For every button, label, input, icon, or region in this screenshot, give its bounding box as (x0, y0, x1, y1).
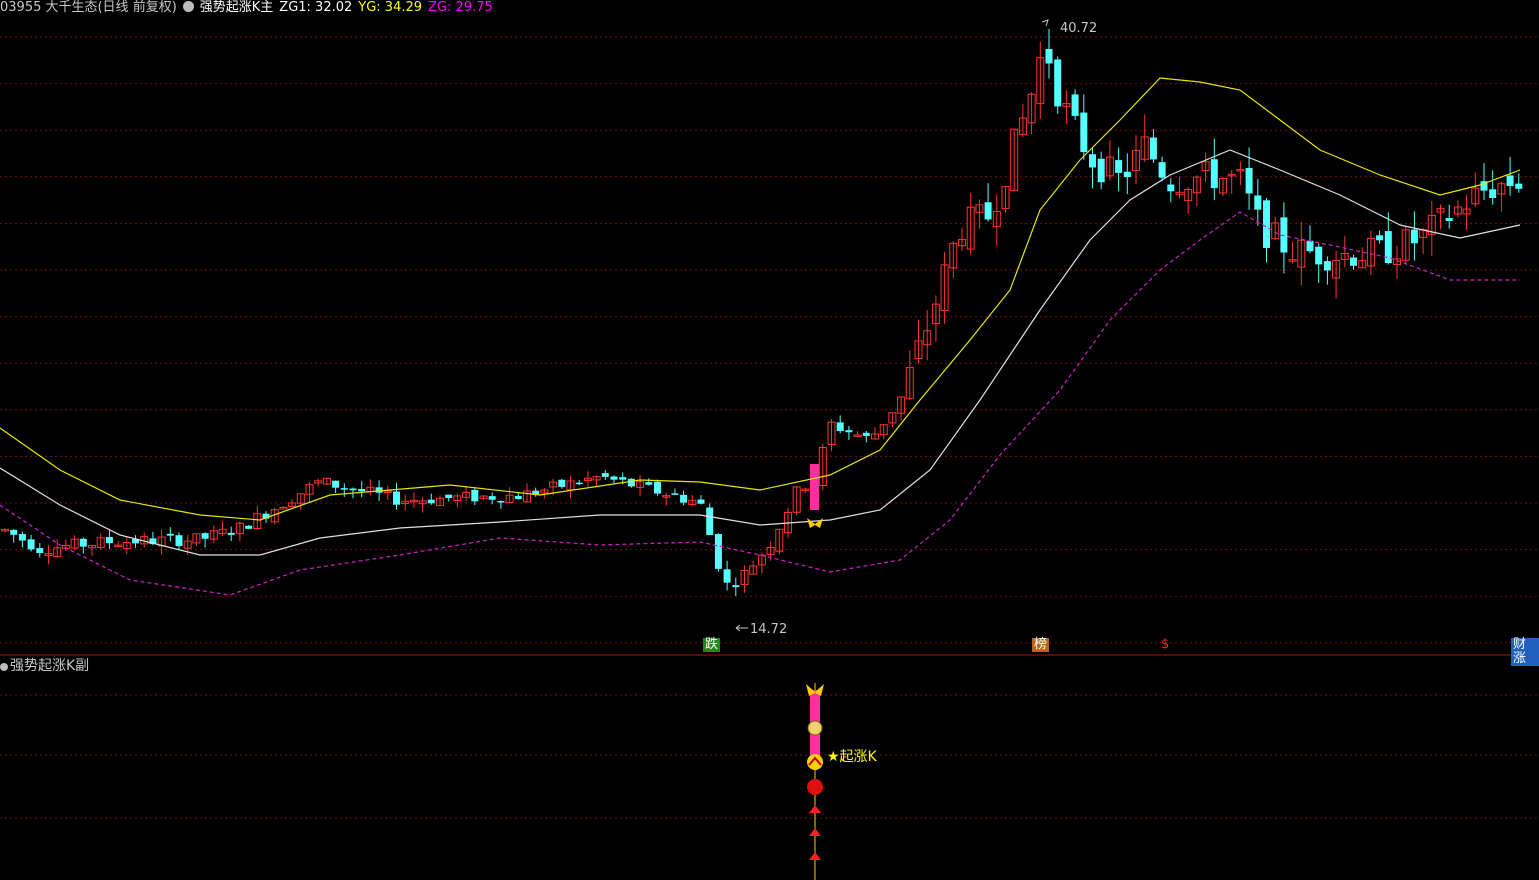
candle-body (1254, 195, 1262, 210)
marker-dollar[interactable]: $ (1159, 638, 1171, 652)
candle-body (10, 529, 18, 535)
candle-body (427, 499, 435, 504)
candle-body (332, 480, 340, 488)
low-price-label: 14.72 (750, 622, 787, 637)
zg1-value: ZG1: 32.02 (279, 0, 353, 15)
candle-body (732, 585, 740, 588)
yg-value: YG: 34.29 (358, 0, 423, 15)
price-chart[interactable]: 40.72 14.72 ★起涨K (0, 0, 1539, 880)
butterfly-icon (807, 518, 823, 528)
candle-body (1515, 183, 1523, 189)
candle-body (227, 532, 235, 535)
candle-body (375, 487, 383, 493)
candle-body (340, 488, 348, 490)
candle-body (627, 478, 635, 487)
candle-body (697, 499, 705, 504)
candle-body (1089, 154, 1096, 168)
candle-body (1158, 162, 1166, 178)
candle-body (1080, 112, 1088, 153)
indicator-name[interactable]: 强势起涨K主 (200, 0, 274, 15)
signal-label: ★起涨K (827, 749, 878, 765)
candle-body (1210, 159, 1218, 189)
candle-body (27, 539, 35, 550)
candle-body (862, 432, 870, 436)
high-price-label: 40.72 (1060, 21, 1097, 36)
candle-body (175, 535, 183, 547)
candle-body (1506, 175, 1514, 187)
candle-body (1323, 261, 1331, 271)
yg-line (0, 211, 1520, 596)
candle-body (488, 496, 496, 500)
candle-body (706, 507, 714, 535)
candle-body (645, 482, 653, 485)
candle-body (836, 422, 844, 432)
candle-body (1489, 189, 1497, 199)
candle-body (1097, 158, 1105, 183)
candle-body (984, 202, 992, 220)
marker-rank[interactable]: 榜 (1032, 638, 1050, 652)
chart-header: 03955 大千生态(日线 前复权) 强势起涨K主 ZG1: 32.02 YG: 34… (0, 0, 499, 16)
candle-body (105, 537, 113, 544)
candle-body (654, 481, 661, 494)
candle-body (845, 430, 853, 433)
candle-body (1054, 59, 1062, 107)
candle-body (445, 494, 453, 499)
candle-body (514, 495, 522, 500)
candle-body (1115, 160, 1123, 173)
candle-body (201, 533, 209, 539)
candle-body (279, 506, 288, 510)
candle-body (601, 473, 609, 477)
candle-body (79, 538, 87, 547)
candle-body (245, 525, 253, 529)
candle-body (671, 493, 679, 495)
up-arrow-icon (809, 828, 821, 836)
candle-body (1045, 49, 1053, 64)
stock-title: 03955 大千生态(日线 前复权) (0, 0, 177, 15)
candle-body (723, 569, 731, 583)
candle-body (1410, 229, 1418, 244)
candle-body (18, 534, 26, 541)
candle-body (358, 488, 366, 492)
signal-candle (810, 464, 819, 510)
zg-line (0, 149, 1521, 556)
candle-body (1376, 235, 1384, 241)
up-arrow-icon (809, 805, 821, 813)
candle-body (166, 533, 174, 536)
candle-body (575, 482, 583, 485)
candle-body (1315, 246, 1323, 265)
sub-panel-title: 强势起涨K副 (0, 657, 89, 675)
settings-icon[interactable] (182, 1, 194, 12)
candle-body (497, 501, 505, 503)
many-icon (807, 779, 823, 795)
candle-body (1071, 94, 1079, 116)
candle-body (619, 477, 627, 480)
candle-body (1306, 240, 1314, 252)
money-bag-icon (807, 720, 823, 736)
candle-body (1149, 137, 1157, 160)
marker-finance[interactable]: 财涨 (1511, 638, 1539, 666)
candle-body (714, 534, 722, 569)
high-arrow-icon (1041, 19, 1049, 27)
candle-body (1445, 217, 1453, 221)
sub-indicator-name[interactable]: 强势起涨K副 (10, 658, 89, 674)
candle-body (1123, 171, 1131, 178)
up-arrow-icon (809, 852, 821, 860)
candle-body (393, 491, 400, 505)
marker-fall[interactable]: 跌 (703, 638, 721, 652)
candle-body (36, 548, 44, 553)
candle-body (610, 476, 618, 480)
candle-body (1167, 184, 1175, 192)
candle-body (471, 489, 479, 502)
candle-body (1350, 257, 1357, 266)
candle-body (1245, 167, 1253, 194)
sub-settings-icon[interactable] (0, 663, 8, 671)
zg1-line (0, 77, 1521, 521)
candle-body (558, 479, 566, 487)
candle-body (680, 494, 688, 503)
low-arrow-icon (735, 624, 748, 632)
zg-value: ZG: 29.75 (428, 0, 493, 15)
candle-body (349, 488, 357, 491)
rise-icon (807, 754, 823, 770)
candle-body (1263, 200, 1270, 248)
